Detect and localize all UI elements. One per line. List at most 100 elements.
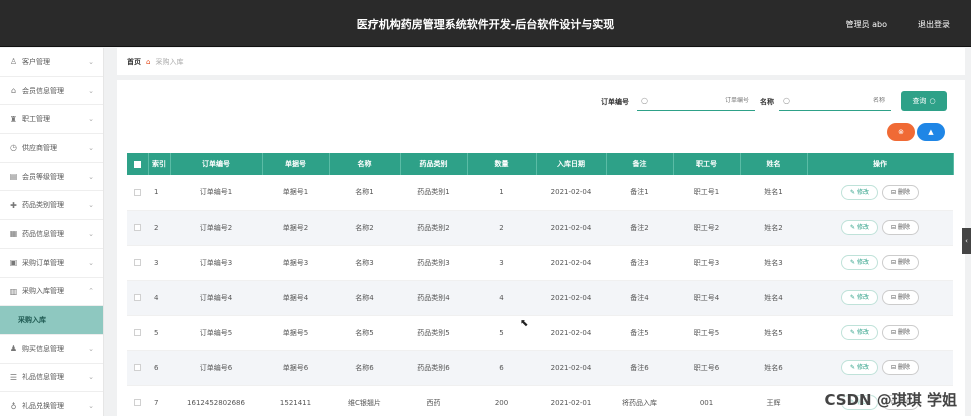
- collapse-tab[interactable]: ‹: [962, 228, 971, 254]
- trash-icon: ⊟: [891, 329, 898, 336]
- sidebar-item[interactable]: ♟ 购买信息管理 ⌄: [0, 335, 103, 364]
- logout-link[interactable]: 退出登录: [918, 19, 950, 30]
- sidebar-item[interactable]: ✚ 药品类别管理 ⌄: [0, 191, 103, 221]
- row-checkbox[interactable]: [134, 399, 141, 406]
- table-cell: 单据号2: [262, 210, 329, 246]
- trash-icon: ⊟: [891, 188, 898, 196]
- actions-cell: ✎ 修改 ⊟ 删除: [807, 210, 953, 246]
- table-cell: 2021-02-04: [536, 210, 606, 246]
- row-select-cell: [127, 350, 148, 386]
- order-number-input[interactable]: [647, 97, 755, 104]
- add-button[interactable]: ▲: [917, 123, 945, 141]
- chevron-down-icon: ⌄: [88, 229, 94, 238]
- watermark: CSDN @琪琪 学姐: [824, 391, 957, 409]
- row-checkbox[interactable]: [134, 224, 141, 231]
- table-cell: 2021-02-04: [536, 315, 606, 351]
- actions-cell: ✎ 修改 ⊟ 删除: [807, 280, 953, 316]
- table-row: 1 订单编号1 单据号1 名称1 药品类别1 1 2021-02-04 备注1 职工号1 姓名1 ✎…: [127, 175, 953, 211]
- sidebar-item[interactable]: ♙ 客户管理 ⌄: [0, 48, 103, 77]
- order-number-label: 订单编号: [601, 98, 629, 106]
- sidebar-item-label: 职工管理: [22, 115, 50, 124]
- bank-icon: ⌂: [10, 86, 17, 96]
- table-cell: 名称6: [329, 350, 400, 386]
- row-checkbox[interactable]: [134, 188, 141, 196]
- delete-button[interactable]: ⊟ 删除: [882, 290, 919, 305]
- table-cell: 订单编号1: [170, 175, 262, 211]
- admin-label: 管理员 abo: [845, 20, 887, 29]
- row-checkbox[interactable]: [134, 329, 141, 336]
- actions-cell: ✎ 修改 ⊟ 删除: [807, 315, 953, 351]
- edit-label: 修改: [856, 329, 869, 336]
- sidebar-item[interactable]: ♜ 职工管理 ⌄: [0, 105, 103, 135]
- column-header: 索引: [148, 153, 171, 175]
- table-row: 6 订单编号6 单据号6 名称6 药品类别6 6 2021-02-04 备注6 职工号6 姓名6 ✎…: [127, 350, 953, 386]
- sidebar-item[interactable]: ◷ 供应商管理 ⌄: [0, 134, 103, 163]
- sidebar-item[interactable]: ⌂ 会员信息管理 ⌄: [0, 77, 103, 106]
- sidebar-item[interactable]: ☰ 礼品信息管理 ⌄: [0, 364, 103, 393]
- sidebar-item[interactable]: ▤ 会员等级管理 ⌄: [0, 163, 103, 192]
- table-cell: 备注3: [606, 245, 673, 281]
- table-row: 2 订单编号2 单据号2 名称2 药品类别2 2 2021-02-04 备注2 职工号2 姓名2 ✎…: [127, 210, 953, 246]
- edit-label: 修改: [856, 224, 869, 231]
- delete-button[interactable]: ⊟ 删除: [882, 360, 919, 375]
- delete-button[interactable]: ⊟ 删除: [882, 220, 919, 235]
- row-checkbox[interactable]: [134, 364, 141, 371]
- row-select-cell: [127, 385, 148, 416]
- table-cell: 药品类别3: [400, 245, 467, 281]
- breadcrumb: 首页 ⌂ 采购入库: [117, 48, 965, 75]
- table-cell: 2021-02-04: [536, 175, 606, 211]
- edit-button[interactable]: ✎ 修改: [841, 255, 878, 270]
- chevron-down-icon: ⌄: [88, 258, 94, 267]
- table-cell: 名称3: [329, 245, 400, 281]
- row-checkbox[interactable]: [134, 259, 141, 266]
- table-cell: 职工号2: [673, 210, 740, 246]
- sidebar-item[interactable]: ♁ 礼品兑换管理 ⌄: [0, 392, 103, 416]
- batch-delete-button[interactable]: ⊗: [887, 123, 915, 141]
- edit-button[interactable]: ✎ 修改: [841, 290, 878, 305]
- breadcrumb-current: 采购入库: [155, 57, 184, 66]
- select-all-checkbox[interactable]: [133, 160, 141, 168]
- sidebar-item-label: 采购入库管理: [22, 287, 64, 296]
- table-cell: 单据号4: [262, 280, 329, 316]
- edit-label: 修改: [856, 294, 869, 301]
- table-cell: 2021-02-04: [536, 245, 606, 281]
- table-cell: 4: [467, 280, 536, 316]
- row-checkbox[interactable]: [134, 294, 141, 301]
- table-cell: 4: [148, 280, 170, 316]
- edit-icon: ✎: [850, 188, 857, 196]
- sidebar-subitem-purchase-stock[interactable]: 采购入库: [0, 306, 103, 335]
- delete-button[interactable]: ⊟ 删除: [882, 325, 919, 340]
- table-cell: 药品类别6: [400, 350, 467, 386]
- chevron-down-icon: ⌄: [88, 115, 94, 124]
- delete-button[interactable]: ⊟ 删除: [882, 255, 919, 270]
- name-input[interactable]: [789, 97, 891, 104]
- breadcrumb-home[interactable]: 首页: [127, 57, 141, 67]
- sidebar-item-label: 客户管理: [22, 57, 50, 66]
- table-cell: 单据号6: [262, 350, 329, 386]
- edit-icon: ✎: [850, 364, 857, 371]
- table-cell: 2021-02-04: [536, 350, 606, 386]
- table-row: 4 订单编号4 单据号4 名称4 药品类别4 4 2021-02-04 备注4 职工号4 姓名4 ✎…: [127, 280, 953, 316]
- edit-button[interactable]: ✎ 修改: [841, 184, 878, 200]
- table-cell: 姓名6: [740, 350, 807, 386]
- search-icon: ○: [783, 96, 790, 105]
- sidebar-item-label: 会员信息管理: [22, 86, 64, 95]
- sidebar-item[interactable]: ▣ 采购订单管理 ⌄: [0, 249, 103, 278]
- sidebar-item[interactable]: ▦ 药品信息管理 ⌄: [0, 220, 103, 249]
- delete-button[interactable]: ⊟ 删除: [882, 184, 919, 200]
- table-cell: 药品类别4: [400, 280, 467, 316]
- column-header: 备注: [606, 153, 674, 175]
- actions-cell: ✎ 修改 ⊟ 删除: [807, 350, 953, 386]
- query-button[interactable]: 查询 ○: [901, 91, 947, 111]
- edit-button[interactable]: ✎ 修改: [841, 220, 878, 235]
- query-button-label: 查询: [912, 97, 927, 105]
- table-row: 3 订单编号3 单据号3 名称3 药品类别3 3 2021-02-04 备注3 职工号3 姓名3 ✎…: [127, 245, 953, 281]
- edit-button[interactable]: ✎ 修改: [841, 360, 878, 375]
- sidebar: ♙ 客户管理 ⌄ ⌂ 会员信息管理 ⌄ ♜ 职工管理 ⌄ ◷ 供应商管理 ⌄ ▤ 会员等级管理 ⌄ ✚ 药品类别…: [0, 48, 104, 416]
- sidebar-item[interactable]: ▥ 采购入库管理 ⌃: [0, 278, 103, 307]
- edit-button[interactable]: ✎ 修改: [841, 325, 878, 340]
- row-select-cell: [127, 315, 148, 351]
- search-icon: ○: [641, 96, 648, 105]
- app-title: 医疗机构药房管理系统软件开发-后台软件设计与实现: [356, 18, 615, 31]
- table-cell: 2021-02-01: [536, 385, 606, 416]
